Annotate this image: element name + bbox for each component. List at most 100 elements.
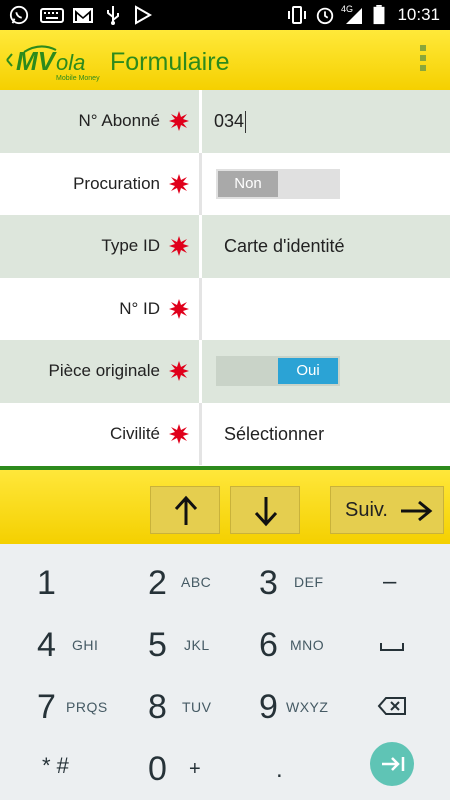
key-9[interactable]: 9 WXYZ <box>224 674 336 736</box>
play-store-icon <box>135 5 153 25</box>
backspace-icon <box>377 697 406 715</box>
mvola-logo[interactable]: MV ola Mobile Money <box>4 40 108 84</box>
next-step-label: Suiv. <box>345 499 388 521</box>
divider <box>199 90 202 153</box>
field-label: Civilité <box>109 423 160 443</box>
key-symbol: . <box>276 756 283 783</box>
svg-text:ola: ola <box>56 50 85 75</box>
key-letters: MNO <box>290 637 325 653</box>
key-letters: PRQS <box>66 699 108 715</box>
key-2[interactable]: 2 ABC <box>112 550 224 612</box>
numeric-keyboard: 1 2 ABC 3 DEF – 4 GHI 5 JKL 6 MNO 7 PRQS… <box>0 544 450 800</box>
enter-key[interactable] <box>370 742 414 786</box>
key-digit: 0 <box>148 750 167 788</box>
key-1[interactable]: 1 <box>0 550 112 612</box>
form-row-subscriber-number[interactable]: N° Abonné 034 <box>0 90 450 153</box>
divider <box>199 152 202 215</box>
form-row-id-type[interactable]: Type ID Carte d'identité <box>0 215 450 278</box>
key-letters: JKL <box>184 637 210 653</box>
key-minus[interactable]: – <box>336 550 448 612</box>
svg-text:Mobile Money: Mobile Money <box>56 75 100 82</box>
form-navigation-bar: Suiv. <box>0 470 450 544</box>
whatsapp-icon <box>9 5 29 25</box>
vibrate-icon <box>288 6 306 24</box>
key-digit: 9 <box>259 688 278 726</box>
divider <box>199 215 202 278</box>
toggle-label: Oui <box>278 358 338 384</box>
id-type-select[interactable]: Carte d'identité <box>224 215 345 277</box>
original-document-toggle[interactable]: Oui <box>216 356 340 386</box>
subscriber-form: N° Abonné 034 Procuration Non Type ID Ca… <box>0 90 450 466</box>
required-star-icon <box>169 236 189 256</box>
key-7[interactable]: 7 PRQS <box>0 674 112 736</box>
key-letters: GHI <box>72 637 99 653</box>
mvola-logo-icon: MV ola Mobile Money <box>6 45 100 82</box>
key-symbol: – <box>383 568 397 595</box>
key-4[interactable]: 4 GHI <box>0 612 112 674</box>
key-symbol: * # <box>42 753 69 778</box>
key-6[interactable]: 6 MNO <box>224 612 336 674</box>
key-letters: + <box>189 758 201 780</box>
key-star-hash[interactable]: * # <box>0 736 112 798</box>
overflow-menu-icon[interactable] <box>420 45 428 75</box>
divider <box>199 340 202 403</box>
key-3[interactable]: 3 DEF <box>224 550 336 612</box>
key-digit: 4 <box>37 626 56 664</box>
svg-text:MV: MV <box>16 46 58 76</box>
field-label: Type ID <box>101 236 160 255</box>
clock: 10:31 <box>397 5 440 24</box>
key-digit: 7 <box>37 688 56 726</box>
arrow-up-icon <box>174 495 198 525</box>
status-bar: 4G 10:31 <box>0 0 450 30</box>
text-cursor <box>245 111 247 134</box>
battery-icon <box>373 5 385 25</box>
key-8[interactable]: 8 TUV <box>112 674 224 736</box>
required-star-icon <box>169 423 189 444</box>
divider <box>199 277 202 340</box>
key-5[interactable]: 5 JKL <box>112 612 224 674</box>
keyboard-icon <box>40 8 64 23</box>
arrow-right-icon <box>401 500 433 522</box>
gmail-icon <box>73 8 93 23</box>
key-space[interactable] <box>336 612 448 674</box>
key-backspace[interactable] <box>336 674 448 736</box>
next-step-button[interactable]: Suiv. <box>330 486 444 534</box>
app-bar: MV ola Mobile Money Formulaire <box>0 30 450 90</box>
key-digit: 6 <box>259 626 278 664</box>
key-digit: 8 <box>148 688 167 726</box>
field-label: Procuration <box>73 173 160 193</box>
signal-icon <box>346 8 362 24</box>
divider <box>199 402 202 465</box>
form-row-civility[interactable]: Civilité Sélectionner <box>0 402 450 465</box>
form-row-procuration[interactable]: Procuration Non <box>0 152 450 215</box>
key-letters: ABC <box>181 574 212 590</box>
key-letters: DEF <box>294 574 324 590</box>
key-digit: 3 <box>259 564 278 602</box>
form-row-original-document[interactable]: Pièce originale Oui <box>0 340 450 403</box>
required-star-icon <box>169 361 189 381</box>
key-digit: 5 <box>148 626 167 664</box>
arrow-down-icon <box>254 497 278 527</box>
usb-icon <box>107 6 119 25</box>
key-digit: 2 <box>148 564 167 602</box>
required-star-icon <box>169 298 189 319</box>
procuration-toggle[interactable]: Non <box>216 168 340 199</box>
next-field-button[interactable] <box>230 486 300 534</box>
required-star-icon <box>169 111 189 131</box>
required-star-icon <box>169 173 189 194</box>
toggle-label: Non <box>218 170 278 197</box>
civility-select[interactable]: Sélectionner <box>224 403 324 465</box>
input-value: 034 <box>214 111 245 131</box>
field-label: N° ID <box>119 298 160 318</box>
key-dot[interactable]: . <box>224 736 336 798</box>
next-tab-icon <box>382 757 405 771</box>
alarm-icon <box>316 7 334 25</box>
form-row-id-number[interactable]: N° ID <box>0 277 450 340</box>
key-letters: WXYZ <box>286 699 329 715</box>
previous-field-button[interactable] <box>150 486 220 534</box>
key-digit: 1 <box>37 564 56 602</box>
subscriber-number-input[interactable]: 034 <box>214 90 247 152</box>
key-letters: TUV <box>182 699 212 715</box>
field-label: N° Abonné <box>78 111 160 130</box>
key-0[interactable]: 0 + <box>112 736 224 798</box>
